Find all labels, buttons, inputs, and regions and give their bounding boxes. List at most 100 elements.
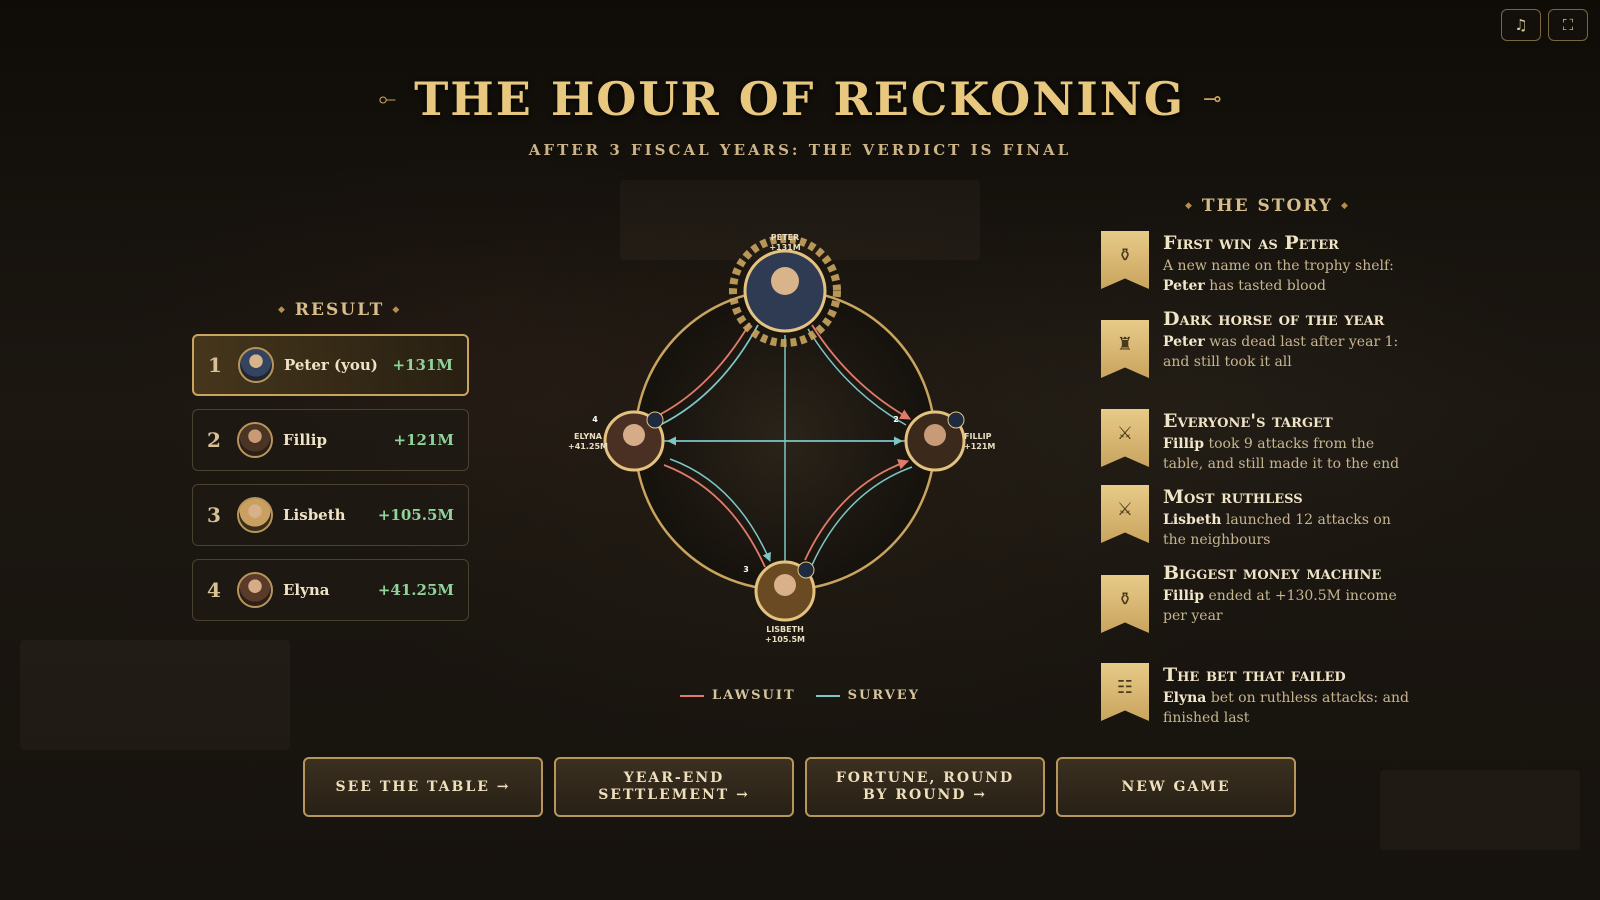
legend-lawsuit: LAWSUIT xyxy=(679,688,796,703)
legend-label: LAWSUIT xyxy=(711,688,796,703)
crossed-swords-icon: ⚔ xyxy=(1101,485,1149,543)
story-item: ⚔ Everyone's target Fillip took 9 attack… xyxy=(1101,409,1411,474)
story-headline: First win as Peter xyxy=(1163,232,1339,254)
story-description: Fillip ended at +130.5M income per year xyxy=(1163,588,1397,624)
story-headline: The bet that failed xyxy=(1163,664,1346,686)
player-name: Fillip xyxy=(283,431,327,449)
rank-badge-text: 3 xyxy=(743,565,749,574)
fullscreen-icon: ⛶ xyxy=(1562,16,1574,34)
node-lisbeth[interactable] xyxy=(754,560,816,622)
ornament-left-icon: ⟜ xyxy=(378,86,397,112)
see-table-button[interactable]: SEE THE TABLE → xyxy=(303,757,543,817)
story-item: ⚔ Most ruthless Lisbeth launched 12 atta… xyxy=(1101,485,1411,550)
story-description: Elyna bet on ruthless attacks: and finis… xyxy=(1163,690,1409,726)
story-description: Fillip took 9 attacks from the table, an… xyxy=(1163,436,1400,472)
throne-icon: ♜ xyxy=(1101,320,1149,378)
avatar xyxy=(238,347,274,383)
rank-badge-text: 2 xyxy=(893,415,899,424)
story-description: Lisbeth launched 12 attacks on the neigh… xyxy=(1163,512,1391,548)
background-panel xyxy=(1380,770,1580,850)
result-title-text: RESULT xyxy=(294,300,385,320)
money-bag-icon: ⚱ xyxy=(1101,231,1149,289)
node-fillip[interactable] xyxy=(904,410,966,472)
rivalry-graph: PETER +131M ELYNA +41.25M FILLIP +121M L… xyxy=(560,225,1010,655)
ornament-right-icon: ⊸ xyxy=(1203,86,1222,112)
fullscreen-button[interactable]: ⛶ xyxy=(1548,9,1588,41)
result-row-4[interactable]: 4 Elyna +41.25M xyxy=(192,559,469,621)
result-row-1[interactable]: 1 Peter (you) +131M xyxy=(192,334,469,396)
node-score: +105.5M xyxy=(765,635,805,644)
story-item: ⚱ First win as Peter A new name on the t… xyxy=(1101,231,1411,296)
node-name: PETER xyxy=(770,233,800,242)
page-subtitle: AFTER 3 FISCAL YEARS: THE VERDICT IS FIN… xyxy=(528,141,1072,159)
player-score: +105.5M xyxy=(377,506,454,524)
node-name: ELYNA xyxy=(574,432,602,441)
node-score: +121M xyxy=(964,442,996,451)
player-score: +41.25M xyxy=(377,581,454,599)
title-row: ⟜ THE HOUR OF RECKONING ⊸ xyxy=(0,72,1600,126)
rank-badge xyxy=(947,411,965,429)
rivalry-graph-svg xyxy=(603,235,966,622)
portrait-face xyxy=(771,267,799,295)
year-end-settlement-button[interactable]: YEAR-END SETTLEMENT → xyxy=(554,757,794,817)
node-label-peter: PETER +131M xyxy=(755,233,815,253)
avatar xyxy=(237,497,273,533)
rank-number: 3 xyxy=(207,503,221,527)
legend-survey: SURVEY xyxy=(815,688,920,703)
story-headline: Dark horse of the year xyxy=(1163,308,1385,330)
player-name: Peter (you) xyxy=(284,356,378,374)
ledger-icon: ☷ xyxy=(1101,663,1149,721)
music-icon: ♫ xyxy=(1514,16,1528,34)
story-description: Peter was dead last after year 1: and st… xyxy=(1163,334,1399,370)
avatar xyxy=(237,572,273,608)
rank-badge xyxy=(646,411,664,429)
story-headline: Biggest money machine xyxy=(1163,562,1382,584)
rank-badge xyxy=(797,561,815,579)
node-score: +41.25M xyxy=(568,442,608,451)
node-peter[interactable] xyxy=(729,235,841,347)
diamond-icon: ◆ xyxy=(1341,201,1350,211)
rank-number: 4 xyxy=(207,578,221,602)
diamond-icon: ◆ xyxy=(1185,201,1194,211)
portrait-face xyxy=(623,424,645,446)
story-section-title: ◆ THE STORY ◆ xyxy=(1185,196,1350,216)
story-title-text: THE STORY xyxy=(1201,196,1333,216)
player-name: Lisbeth xyxy=(283,506,346,524)
survey-swatch xyxy=(815,694,840,697)
page-title: THE HOUR OF RECKONING xyxy=(414,72,1186,126)
player-name: Elyna xyxy=(283,581,330,599)
legend-label: SURVEY xyxy=(847,688,920,703)
node-label-lisbeth: LISBETH +105.5M xyxy=(750,625,820,645)
lawsuit-swatch xyxy=(679,694,704,697)
money-bag-icon: ⚱ xyxy=(1101,575,1149,633)
result-section-title: ◆ RESULT ◆ xyxy=(278,300,401,320)
node-name: FILLIP xyxy=(964,432,992,441)
player-score: +121M xyxy=(393,431,454,449)
story-item: ♜ Dark horse of the year Peter was dead … xyxy=(1101,307,1411,378)
crossed-swords-icon: ⚔ xyxy=(1101,409,1149,467)
story-description: A new name on the trophy shelf: Peter ha… xyxy=(1163,258,1394,294)
node-label-elyna: ELYNA +41.25M xyxy=(568,432,608,452)
avatar xyxy=(237,422,273,458)
portrait-face xyxy=(924,424,946,446)
result-row-3[interactable]: 3 Lisbeth +105.5M xyxy=(192,484,469,546)
node-score: +131M xyxy=(769,243,801,252)
player-score: +131M xyxy=(392,356,453,374)
fortune-round-by-round-button[interactable]: FORTUNE, ROUND BY ROUND → xyxy=(805,757,1045,817)
diamond-icon: ◆ xyxy=(392,305,402,315)
node-elyna[interactable] xyxy=(603,410,665,472)
rank-number: 1 xyxy=(208,353,222,377)
node-name: LISBETH xyxy=(766,625,804,634)
story-headline: Most ruthless xyxy=(1163,486,1303,508)
diamond-icon: ◆ xyxy=(278,305,287,315)
rank-badge-text: 4 xyxy=(592,415,598,424)
result-row-2[interactable]: 2 Fillip +121M xyxy=(192,409,469,471)
new-game-button[interactable]: NEW GAME xyxy=(1056,757,1296,817)
story-item: ⚱ Biggest money machine Fillip ended at … xyxy=(1101,561,1411,633)
rank-number: 2 xyxy=(207,428,221,452)
node-label-fillip: FILLIP +121M xyxy=(964,432,998,452)
music-toggle-button[interactable]: ♫ xyxy=(1501,9,1541,41)
story-item: ☷ The bet that failed Elyna bet on ruthl… xyxy=(1101,663,1411,728)
story-headline: Everyone's target xyxy=(1163,410,1333,432)
portrait-face xyxy=(774,574,796,596)
